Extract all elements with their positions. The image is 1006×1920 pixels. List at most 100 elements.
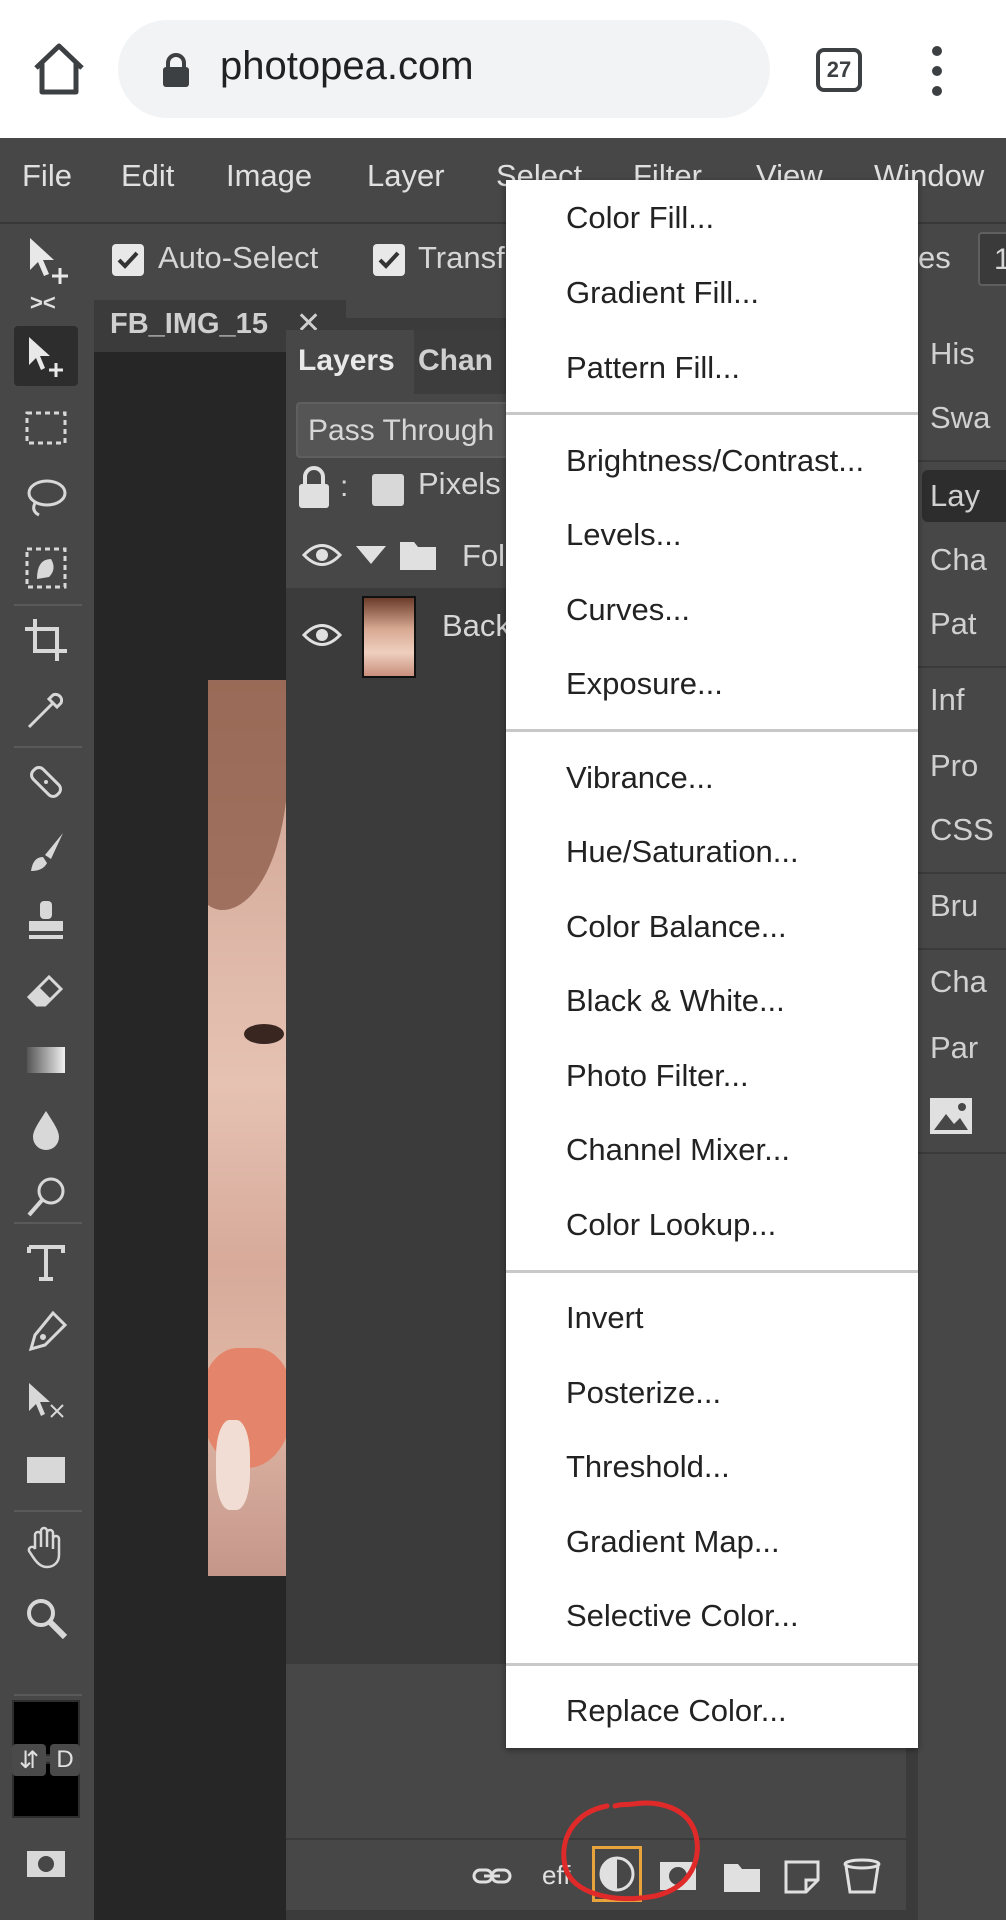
menu-layer[interactable]: Layer [367,158,445,194]
path-select-tool[interactable] [14,1372,78,1432]
options-number-field[interactable]: 1 [978,232,1006,286]
panel-channels[interactable]: Cha [930,542,987,578]
panel-layers[interactable]: Lay [930,478,980,514]
menu-item-exposure[interactable]: Exposure... [566,666,723,702]
panel-info[interactable]: Inf [930,682,964,718]
healing-tool[interactable] [14,752,78,812]
eye-icon[interactable] [302,620,342,650]
menu-item-photo-filter[interactable]: Photo Filter... [566,1058,749,1094]
image-icon[interactable] [928,1096,974,1136]
right-panel-dock: His Swa Lay Cha Pat Inf Pro CSS Bru Cha … [918,292,1006,1920]
gradient-icon [27,1047,65,1073]
menu-item-selective-color[interactable]: Selective Color... [566,1598,799,1634]
document-tab-title[interactable]: FB_IMG_15 [110,308,268,341]
quick-mask-icon [27,1851,65,1877]
menu-item-replace-color[interactable]: Replace Color... [566,1693,787,1729]
folder-icon[interactable] [722,1858,762,1894]
panel-css[interactable]: CSS [930,812,994,848]
eraser-icon [26,974,64,1007]
hand-icon [27,1526,61,1569]
tab-channels[interactable]: Chan [418,344,493,378]
panel-swatches[interactable]: Swa [930,400,990,436]
menu-edit[interactable]: Edit [121,158,174,194]
lock-pixels-checkbox[interactable] [372,474,404,506]
canvas-image [208,680,286,1576]
type-icon [27,1245,65,1281]
stamp-tool[interactable] [14,890,78,950]
zoom-tool[interactable] [14,1588,78,1648]
menu-item-gradient-map[interactable]: Gradient Map... [566,1524,780,1560]
collapse-left-button[interactable]: >< [30,290,56,316]
eyedropper-tool[interactable] [14,680,78,740]
annotation-circle [561,1800,700,1902]
menu-file[interactable]: File [22,158,72,194]
tab-switcher-button[interactable]: 27 [816,48,862,92]
marquee-icon [25,411,67,445]
drop-icon [33,1111,59,1150]
panel-brushes[interactable]: Bru [930,888,978,924]
menu-item-invert[interactable]: Invert [566,1300,644,1336]
menu-item-brightness-contrast[interactable]: Brightness/Contrast... [566,443,864,479]
color-swatches[interactable]: ⇵ D [12,1700,80,1824]
menu-item-levels[interactable]: Levels... [566,517,681,553]
auto-select-checkbox[interactable] [112,244,144,276]
transform-checkbox[interactable] [373,244,405,276]
menu-item-color-fill[interactable]: Color Fill... [566,200,714,236]
menu-item-color-lookup[interactable]: Color Lookup... [566,1207,776,1243]
menu-image[interactable]: Image [226,158,312,194]
trash-icon[interactable] [842,1858,882,1894]
quick-mask-button[interactable] [14,1834,78,1894]
lock-icon[interactable] [296,464,332,510]
crop-tool[interactable] [14,610,78,670]
panel-character[interactable]: Cha [930,964,987,1000]
tab-layers[interactable]: Layers [286,330,414,394]
menu-item-posterize[interactable]: Posterize... [566,1375,721,1411]
lasso-tool[interactable] [14,468,78,528]
shape-tool[interactable] [14,1440,78,1500]
eye-icon[interactable] [302,540,342,570]
move-tool[interactable] [14,326,78,386]
rectangle-icon [27,1457,65,1483]
dodge-tool[interactable] [14,1168,78,1228]
menu-item-vibrance[interactable]: Vibrance... [566,760,714,796]
gradient-tool[interactable] [14,1030,78,1090]
browser-menu-icon[interactable] [924,46,950,96]
folder-icon [400,542,436,570]
menu-item-black-white[interactable]: Black & White... [566,983,785,1019]
hand-tool[interactable] [14,1518,78,1578]
lock-icon [163,53,189,87]
auto-select-label: Auto-Select [158,240,319,275]
home-icon[interactable] [30,40,88,98]
new-layer-icon[interactable] [782,1858,822,1894]
stamp-icon [29,901,63,939]
menu-item-channel-mixer[interactable]: Channel Mixer... [566,1132,790,1168]
pen-tool[interactable] [14,1302,78,1362]
menu-item-curves[interactable]: Curves... [566,592,690,628]
marquee-tool[interactable] [14,398,78,458]
blur-tool[interactable] [14,1100,78,1160]
lasso-icon [27,479,67,517]
tools-panel: ⇵ D [0,318,94,1920]
brush-tool[interactable] [14,822,78,882]
eraser-tool[interactable] [14,960,78,1020]
expand-triangle-icon[interactable] [354,544,388,566]
menu-item-gradient-fill[interactable]: Gradient Fill... [566,275,759,311]
panel-properties[interactable]: Pro [930,748,978,784]
url-text: photopea.com [220,44,474,88]
type-tool[interactable] [14,1232,78,1292]
quick-selection-tool[interactable] [14,538,78,598]
lock-colon: : [340,470,349,503]
menu-item-color-balance[interactable]: Color Balance... [566,909,787,945]
menu-item-pattern-fill[interactable]: Pattern Fill... [566,350,740,386]
dodge-icon [27,1177,65,1217]
swap-colors-button[interactable]: ⇵ [12,1744,46,1776]
path-select-icon [29,1383,64,1418]
default-colors-button[interactable]: D [50,1744,80,1776]
menu-item-hue-saturation[interactable]: Hue/Saturation... [566,834,799,870]
link-icon[interactable] [472,1858,512,1894]
panel-paths[interactable]: Pat [930,606,977,642]
menu-item-threshold[interactable]: Threshold... [566,1449,730,1485]
panel-history[interactable]: His [930,336,975,372]
adjustment-layer-menu: Color Fill... Gradient Fill... Pattern F… [506,180,918,1748]
panel-paragraph[interactable]: Par [930,1030,978,1066]
